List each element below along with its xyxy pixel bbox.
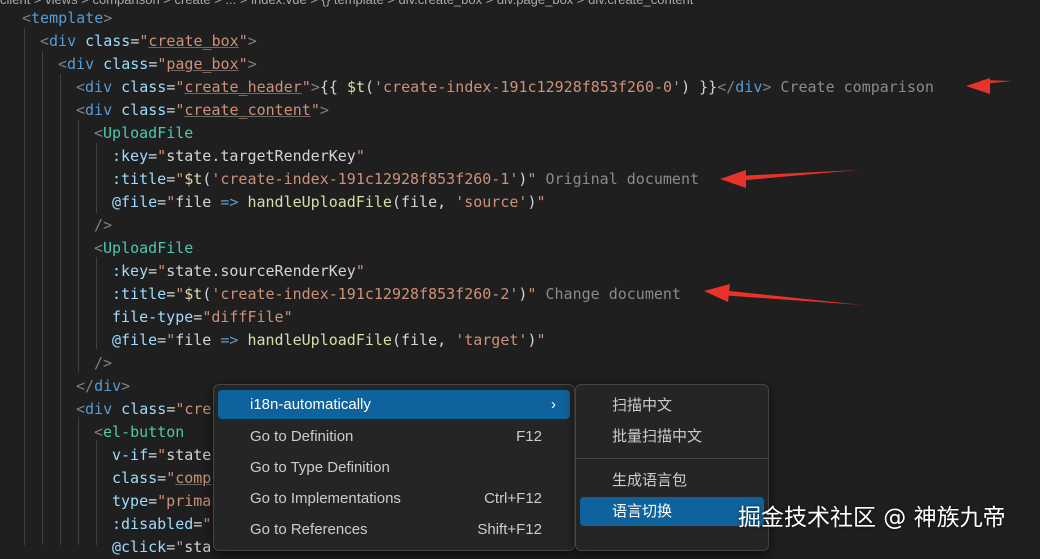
submenu-item-batch-scan-chinese[interactable]: 批量扫描中文 — [580, 422, 764, 451]
menu-item-go-to-implementations[interactable]: Go to Implementations Ctrl+F12 — [218, 484, 570, 513]
watermark: 掘金技术社区 @ 神族九帝 — [738, 505, 1006, 531]
submenu-item-scan-chinese[interactable]: 扫描中文 — [580, 391, 764, 420]
menu-item-go-to-definition[interactable]: Go to Definition F12 — [218, 422, 570, 451]
menu-item-i18n-automatically[interactable]: i18n-automatically › — [218, 390, 570, 419]
red-arrow-icon — [966, 78, 1012, 94]
menu-item-go-to-references[interactable]: Go to References Shift+F12 — [218, 515, 570, 544]
submenu-item-generate-language-pack[interactable]: 生成语言包 — [580, 466, 764, 495]
context-menu: i18n-automatically › Go to Definition F1… — [213, 384, 575, 551]
menu-item-go-to-type-definition[interactable]: Go to Type Definition — [218, 453, 570, 482]
chevron-right-icon: › — [551, 396, 556, 413]
red-arrow-icon — [720, 170, 858, 188]
red-arrow-icon — [704, 284, 862, 305]
submenu-item-switch-language[interactable]: 语言切换 — [580, 497, 764, 526]
menu-separator — [576, 458, 768, 459]
